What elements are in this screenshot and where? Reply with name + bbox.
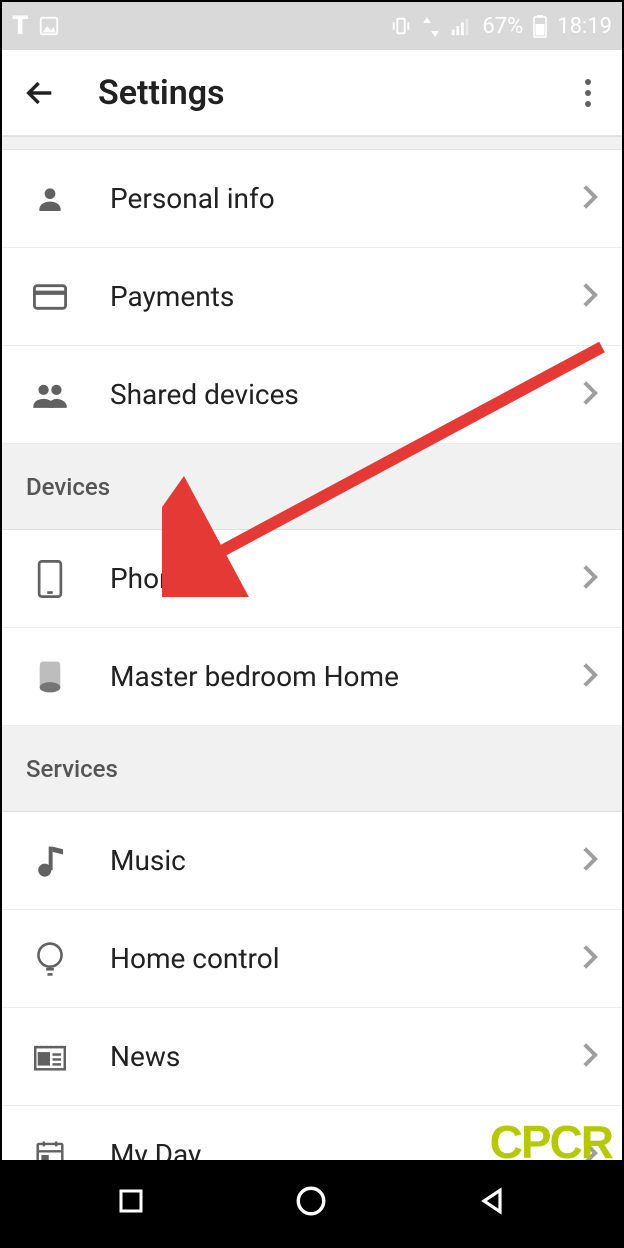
page-title: Settings	[98, 73, 564, 113]
row-master-bedroom-home[interactable]: Master bedroom Home	[2, 628, 622, 726]
overflow-menu-button[interactable]	[564, 69, 612, 117]
person-icon	[26, 183, 74, 215]
chevron-right-icon	[582, 846, 598, 876]
clock-text: 18:19	[557, 14, 612, 39]
carrier-icon: T	[12, 11, 28, 41]
row-label: Phone	[110, 562, 582, 595]
chevron-right-icon	[582, 564, 598, 594]
vibrate-icon	[390, 15, 412, 37]
music-icon	[26, 844, 74, 878]
nav-bar	[2, 1160, 622, 1246]
row-news[interactable]: News	[2, 1008, 622, 1106]
row-label: Master bedroom Home	[110, 660, 582, 693]
nav-back-button[interactable]	[476, 1185, 508, 1221]
row-payments[interactable]: Payments	[2, 248, 622, 346]
row-label: Payments	[110, 280, 582, 313]
status-right: 67% 18:19	[390, 14, 612, 39]
card-icon	[26, 283, 74, 311]
status-bar: T 67% 18:19	[2, 2, 622, 50]
section-header: Devices	[2, 444, 622, 530]
nav-recent-button[interactable]	[116, 1186, 146, 1220]
app-bar: Settings	[2, 50, 622, 136]
row-label: News	[110, 1040, 582, 1073]
data-icon	[422, 15, 440, 37]
battery-text: 67%	[482, 14, 523, 39]
chevron-right-icon	[582, 184, 598, 214]
chevron-right-icon	[582, 944, 598, 974]
watermark-main: CPCR	[477, 1122, 612, 1163]
phone-icon	[26, 560, 74, 598]
chevron-right-icon	[582, 282, 598, 312]
row-music[interactable]: Music	[2, 812, 622, 910]
row-personal-info[interactable]: Personal info	[2, 150, 622, 248]
bulb-icon	[26, 941, 74, 977]
battery-icon	[533, 14, 547, 38]
chevron-right-icon	[582, 380, 598, 410]
chevron-right-icon	[582, 1042, 598, 1072]
settings-list: Personal info Payments Shared devices Devic…	[2, 150, 622, 1204]
more-vert-icon	[584, 78, 592, 108]
row-phone[interactable]: Phone	[2, 530, 622, 628]
row-label: Shared devices	[110, 378, 582, 411]
group-icon	[26, 381, 74, 409]
home-dev-icon	[26, 659, 74, 695]
signal-icon	[450, 15, 472, 37]
row-shared-devices[interactable]: Shared devices	[2, 346, 622, 444]
nav-home-button[interactable]	[294, 1184, 328, 1222]
back-arrow-icon	[23, 76, 57, 110]
news-icon	[26, 1042, 74, 1072]
back-button[interactable]	[12, 65, 68, 121]
row-label: Home control	[110, 942, 582, 975]
picture-icon	[38, 15, 60, 37]
row-label: Personal info	[110, 182, 582, 215]
section-header: Services	[2, 726, 622, 812]
row-label: Music	[110, 844, 582, 877]
status-left: T	[12, 11, 60, 41]
row-home-control[interactable]: Home control	[2, 910, 622, 1008]
top-divider	[2, 136, 622, 150]
chevron-right-icon	[582, 662, 598, 692]
